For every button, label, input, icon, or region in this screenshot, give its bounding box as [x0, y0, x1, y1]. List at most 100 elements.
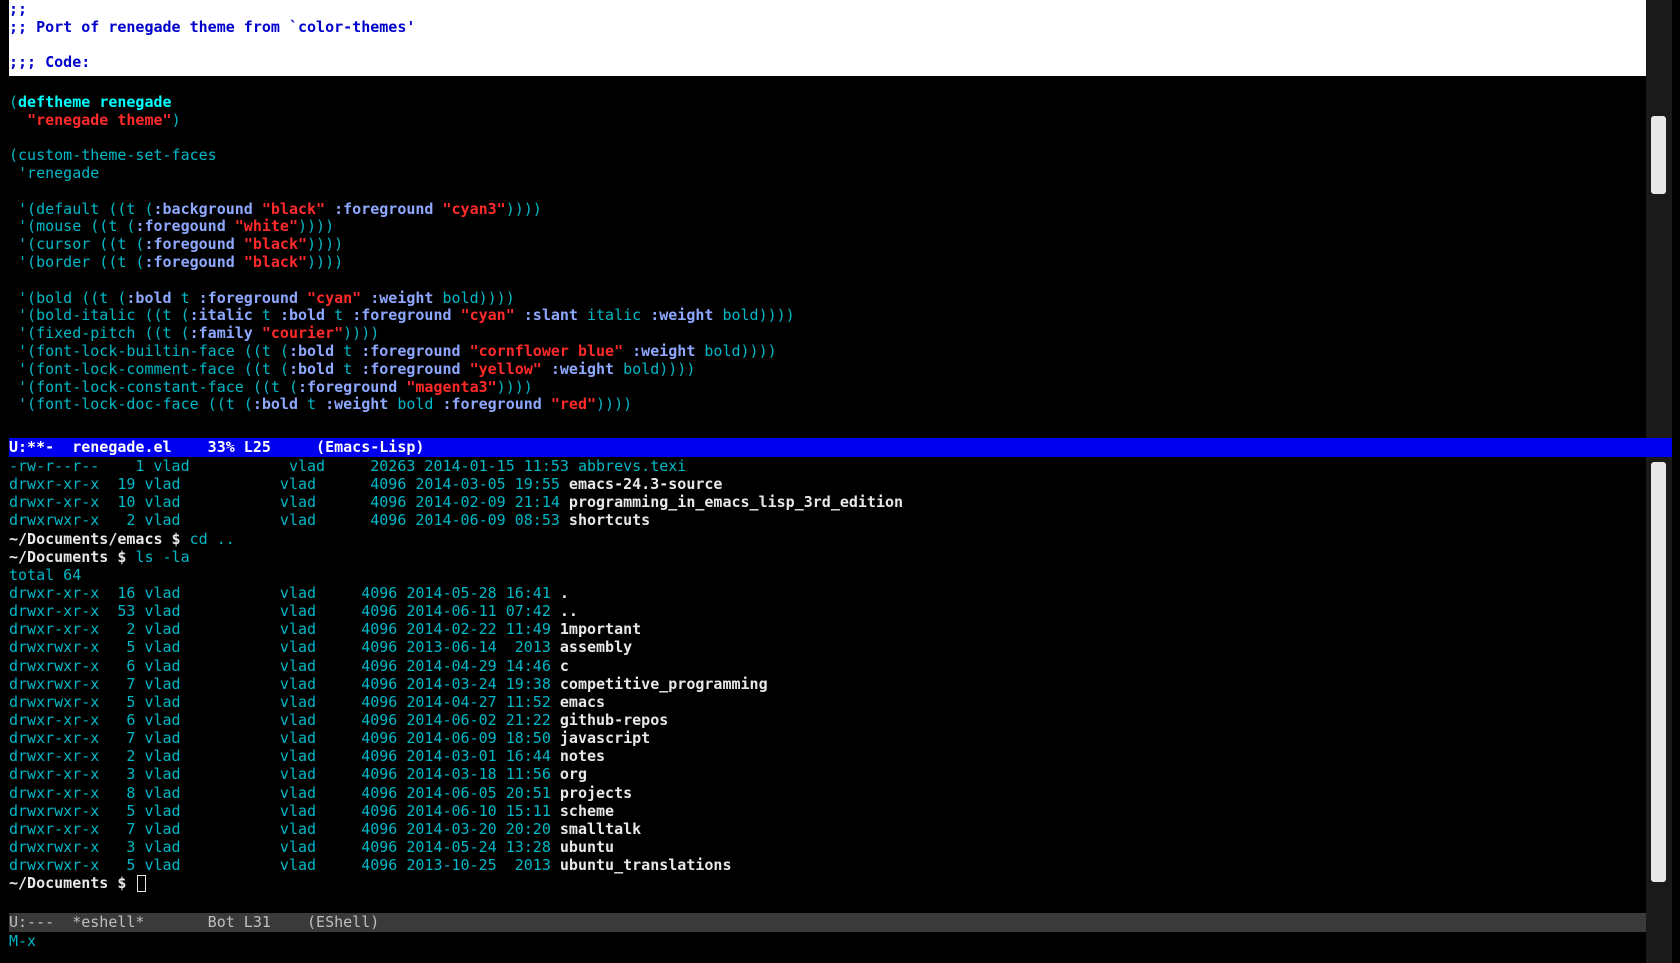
code-line: '(cursor ((t (:foregound "black")))): [9, 235, 1646, 254]
emacs-frame: ;;;; Port of renegade theme from `color-…: [0, 0, 1680, 963]
text-segment: [90, 93, 99, 111]
text-segment: t: [334, 359, 362, 378]
comment-line: ;; Port of renegade theme from `color-th…: [9, 18, 1646, 37]
text-segment: :foreground: [361, 341, 461, 360]
eshell-output-line: drwxr-xr-x 2 vlad vlad 4096 2014-03-01 1…: [9, 747, 1646, 765]
eshell-output-line: drwxrwxr-x 5 vlad vlad 4096 2013-10-25 2…: [9, 856, 1646, 874]
bottom-scrollbar-area: [1646, 913, 1672, 963]
editor-modeline[interactable]: U:**- renegade.el 33% L25 (Emacs-Lisp): [9, 438, 1673, 457]
text-segment: [542, 395, 551, 413]
code-line: (deftheme renegade: [9, 92, 1646, 112]
text-segment: :bold: [252, 395, 298, 414]
text-segment: bold)))): [695, 341, 777, 360]
text-segment: ~/Documents $: [9, 547, 136, 566]
text-segment: bold)))): [713, 306, 795, 325]
text-segment: bold: [388, 395, 443, 414]
text-segment: :bold: [126, 288, 172, 307]
text-segment: projects: [559, 783, 633, 802]
text-segment: t: [298, 395, 326, 414]
text-segment: )))): [496, 377, 533, 396]
text-segment: [623, 342, 632, 360]
text-segment: '(fixed-pitch ((t (: [9, 324, 190, 343]
text-segment: emacs: [559, 692, 606, 711]
text-segment: :weight: [370, 288, 434, 307]
text-segment: ): [171, 110, 181, 129]
editor-scrollbar-thumb[interactable]: [1651, 116, 1666, 194]
eshell-output-line: drwxr-xr-x 7 vlad vlad 4096 2014-03-20 2…: [9, 820, 1646, 838]
left-fringe: [0, 0, 9, 963]
text-segment: drwxr-xr-x 2 vlad vlad 4096 2014-02-22 1…: [9, 620, 560, 639]
text-segment: drwxr-xr-x 7 vlad vlad 4096 2014-03-20 2…: [9, 819, 560, 838]
text-segment: bold)))): [614, 359, 696, 378]
text-segment: :bold: [288, 359, 335, 378]
text-segment: bold)))): [433, 288, 515, 307]
text-segment: "cyan3": [442, 199, 506, 218]
comment-line: [9, 36, 1646, 54]
code-window[interactable]: (deftheme renegade "renegade theme") (cus…: [9, 76, 1646, 438]
text-segment: :weight: [325, 395, 389, 414]
text-segment: :weight: [650, 306, 714, 325]
eshell-output-line: drwxr-xr-x 8 vlad vlad 4096 2014-06-05 2…: [9, 784, 1646, 802]
text-segment: "black": [243, 235, 308, 254]
text-segment: abbrevs.texi: [577, 457, 687, 475]
code-line: '(font-lock-comment-face ((t (:bold t :f…: [9, 359, 1646, 379]
text-segment: drwxrwxr-x 6 vlad vlad 4096 2014-04-29 1…: [9, 656, 560, 675]
eshell-output-line: drwxrwxr-x 2 vlad vlad 4096 2014-06-09 0…: [9, 511, 1646, 529]
text-segment: :foregound: [144, 252, 235, 271]
eshell-output-line: drwxrwxr-x 5 vlad vlad 4096 2013-06-14 2…: [9, 638, 1646, 656]
text-segment: drwxr-xr-x 6 vlad vlad 4096 2014-06-02 2…: [9, 710, 560, 729]
text-segment: ls -la: [135, 547, 190, 566]
text-segment: '(bold ((t (: [9, 288, 127, 307]
text-segment: notes: [559, 747, 606, 766]
text-segment: [226, 217, 235, 235]
eshell-prompt-line: ~/Documents $: [9, 874, 1646, 893]
text-segment: t: [171, 288, 199, 307]
text-segment: '(font-lock-comment-face ((t (: [9, 359, 289, 378]
code-line: '(mouse ((t (:foregound "white")))): [9, 217, 1646, 236]
eshell-output-line: drwxr-xr-x 16 vlad vlad 4096 2014-05-28 …: [9, 584, 1646, 602]
text-segment: ubuntu_translations: [559, 856, 732, 875]
text-segment: smalltalk: [559, 819, 642, 838]
text-segment: t: [252, 306, 280, 325]
text-segment: [361, 289, 370, 307]
text-segment: "red": [550, 395, 597, 414]
text-segment: t: [325, 306, 353, 325]
code-line: '(font-lock-builtin-face ((t (:bold t :f…: [9, 341, 1646, 361]
eshell-output-line: drwxrwxr-x 5 vlad vlad 4096 2014-06-10 1…: [9, 802, 1646, 820]
eshell-window[interactable]: -rw-r--r-- 1 vlad vlad 20263 2014-01-15 …: [9, 457, 1646, 913]
text-segment: :foreground: [334, 199, 434, 218]
text-segment: c: [559, 656, 569, 675]
text-segment: "cyan": [460, 306, 515, 325]
text-segment: programming_in_emacs_lisp_3rd_edition: [568, 493, 904, 512]
code-line: '(border ((t (:foregound "black")))): [9, 252, 1646, 272]
text-segment: "black": [243, 252, 308, 271]
text-segment: ubuntu: [559, 837, 615, 856]
eshell-modeline[interactable]: U:--- *eshell* Bot L31 (EShell): [9, 913, 1646, 932]
comment-header[interactable]: ;;;; Port of renegade theme from `color-…: [9, 0, 1646, 71]
text-segment: github-repos: [559, 710, 669, 729]
text-segment: '(font-lock-builtin-face ((t (: [9, 341, 289, 360]
text-segment: )))): [307, 235, 344, 254]
text-segment: (custom-theme-set-faces: [9, 146, 217, 165]
text-segment: "white": [234, 217, 298, 236]
text-segment: [397, 378, 406, 396]
text-segment: drwxrwxr-x 5 vlad vlad 4096 2013-06-14 2…: [9, 638, 560, 657]
eshell-output-line: drwxr-xr-x 3 vlad vlad 4096 2014-03-18 1…: [9, 765, 1646, 783]
text-segment: :foregound: [144, 235, 235, 254]
text-segment: org: [559, 765, 587, 784]
text-segment: [325, 200, 334, 218]
eshell-output-line: drwxr-xr-x 7 vlad vlad 4096 2014-06-09 1…: [9, 729, 1646, 747]
text-segment: (: [9, 92, 19, 111]
eshell-output-line: ~/Documents/emacs $ cd ..: [9, 530, 1646, 548]
text-segment: :background: [153, 199, 253, 218]
text-segment: )))): [505, 199, 542, 218]
eshell-scrollbar-thumb[interactable]: [1651, 462, 1666, 882]
code-line: "renegade theme"): [9, 110, 1646, 130]
text-segment: )))): [596, 395, 633, 414]
text-segment: [433, 200, 442, 218]
text-segment: total 64: [9, 565, 82, 584]
eshell-scrollbar[interactable]: [1646, 457, 1672, 913]
editor-scrollbar[interactable]: [1646, 0, 1672, 438]
minibuffer[interactable]: M-x: [9, 932, 1646, 951]
